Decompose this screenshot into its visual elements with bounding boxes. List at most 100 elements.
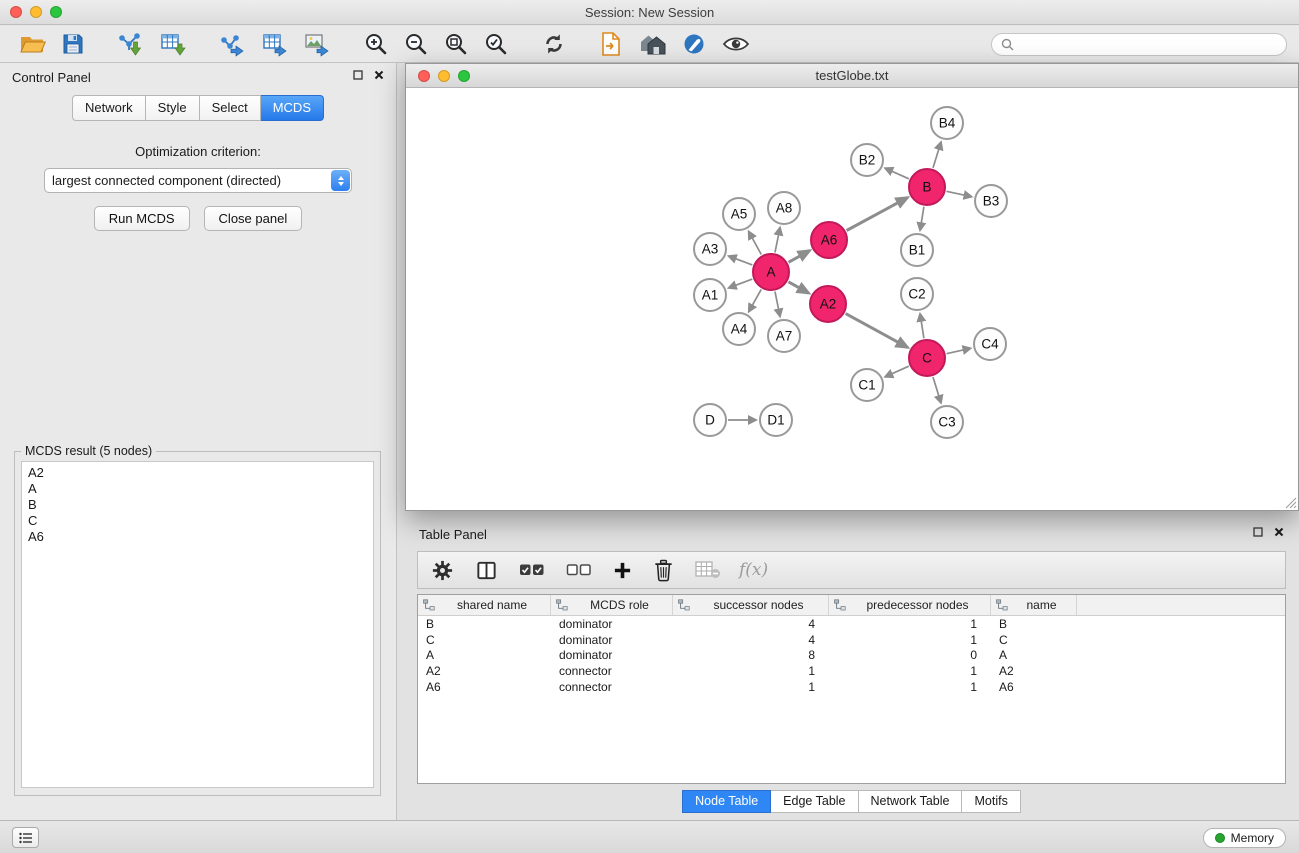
table-cell[interactable]: 1: [673, 664, 829, 678]
graph-node-C3[interactable]: C3: [931, 406, 963, 438]
edge-A-A2[interactable]: [788, 282, 808, 293]
edge-A-A4[interactable]: [749, 289, 761, 311]
edge-A-A1[interactable]: [729, 279, 753, 288]
graph-node-B3[interactable]: B3: [975, 185, 1007, 217]
table-cell[interactable]: 1: [829, 633, 991, 647]
zoom-in-button[interactable]: [360, 29, 392, 59]
graph-node-B[interactable]: B: [909, 169, 945, 205]
result-item[interactable]: A: [28, 481, 367, 497]
table-row[interactable]: Cdominator41C: [418, 632, 1285, 648]
edge-A-A5[interactable]: [749, 232, 762, 255]
function-builder-button[interactable]: f(x): [739, 560, 768, 580]
network-canvas[interactable]: AA6A2BCA5A8A3A1A4A7B1B2B3B4C1C2C3C4DD1: [406, 89, 1298, 510]
table-cell[interactable]: dominator: [551, 617, 673, 631]
mcds-result-list[interactable]: A2ABCA6: [21, 461, 374, 788]
graph-node-C2[interactable]: C2: [901, 278, 933, 310]
edge-A-A8[interactable]: [775, 228, 780, 253]
deselect-all-button[interactable]: [563, 559, 595, 581]
zoom-out-button[interactable]: [400, 29, 432, 59]
network-window-titlebar[interactable]: testGlobe.txt: [406, 64, 1298, 88]
column-header-successor-nodes[interactable]: successor nodes: [673, 595, 829, 615]
export-table-button[interactable]: [258, 29, 292, 59]
task-history-button[interactable]: [12, 827, 39, 848]
graph-node-B2[interactable]: B2: [851, 144, 883, 176]
result-item[interactable]: C: [28, 513, 367, 529]
graph-node-A[interactable]: A: [753, 254, 789, 290]
tab-edge-table[interactable]: Edge Table: [771, 790, 858, 813]
edge-B-B2[interactable]: [885, 168, 909, 179]
float-panel-button[interactable]: [353, 70, 363, 80]
network-minimize-button[interactable]: [438, 70, 450, 82]
search-box[interactable]: [991, 33, 1287, 56]
export-network-button[interactable]: [216, 29, 250, 59]
open-session-button[interactable]: [16, 30, 50, 58]
tab-style[interactable]: Style: [146, 95, 200, 121]
close-panel-action-button[interactable]: Close panel: [204, 206, 303, 231]
table-cell[interactable]: A2: [418, 664, 551, 678]
close-button[interactable]: [10, 6, 22, 18]
table-cell[interactable]: dominator: [551, 648, 673, 662]
table-settings-button[interactable]: [428, 557, 457, 584]
result-item[interactable]: B: [28, 497, 367, 513]
delete-rows-button[interactable]: [650, 557, 677, 584]
close-panel-button[interactable]: [374, 70, 384, 80]
table-cell[interactable]: A: [418, 648, 551, 662]
select-all-button[interactable]: [516, 559, 548, 581]
tab-mcds[interactable]: MCDS: [261, 95, 324, 121]
graph-node-B1[interactable]: B1: [901, 234, 933, 266]
table-cell[interactable]: A2: [991, 664, 1077, 678]
add-row-button[interactable]: [610, 559, 635, 582]
result-item[interactable]: A6: [28, 529, 367, 545]
edge-A6-B[interactable]: [847, 198, 908, 231]
table-cell[interactable]: 1: [829, 664, 991, 678]
destroy-table-button[interactable]: [692, 558, 724, 582]
table-cell[interactable]: 1: [829, 617, 991, 631]
graph-node-C1[interactable]: C1: [851, 369, 883, 401]
export-image-button[interactable]: [300, 29, 334, 59]
fullscreen-button[interactable]: [50, 6, 62, 18]
style-button[interactable]: [678, 29, 710, 59]
table-cell[interactable]: connector: [551, 664, 673, 678]
graph-node-D[interactable]: D: [694, 404, 726, 436]
graph-node-A4[interactable]: A4: [723, 313, 755, 345]
edge-B-B4[interactable]: [933, 142, 941, 168]
memory-button[interactable]: Memory: [1203, 828, 1286, 848]
table-cell[interactable]: A6: [991, 680, 1077, 694]
column-header-name[interactable]: name: [991, 595, 1077, 615]
import-network-button[interactable]: [114, 29, 148, 59]
network-close-button[interactable]: [418, 70, 430, 82]
table-cell[interactable]: 1: [829, 680, 991, 694]
export-document-button[interactable]: [596, 29, 626, 59]
network-graph[interactable]: AA6A2BCA5A8A3A1A4A7B1B2B3B4C1C2C3C4DD1: [406, 89, 1298, 510]
run-mcds-button[interactable]: Run MCDS: [94, 206, 190, 231]
tab-network[interactable]: Network: [72, 95, 146, 121]
edge-A-A3[interactable]: [729, 256, 753, 265]
zoom-selected-button[interactable]: [480, 29, 512, 59]
show-graphics-details-button[interactable]: [718, 31, 754, 57]
table-cell[interactable]: C: [418, 633, 551, 647]
graph-node-C[interactable]: C: [909, 340, 945, 376]
graph-node-A3[interactable]: A3: [694, 233, 726, 265]
edge-C-C3[interactable]: [933, 377, 941, 403]
edge-B-B1[interactable]: [920, 207, 924, 230]
graph-node-B4[interactable]: B4: [931, 107, 963, 139]
table-cell[interactable]: C: [991, 633, 1077, 647]
result-item[interactable]: A2: [28, 465, 367, 481]
table-cell[interactable]: 8: [673, 648, 829, 662]
edge-C-C1[interactable]: [885, 366, 909, 377]
table-row[interactable]: A2connector11A2: [418, 663, 1285, 679]
edge-A-A7[interactable]: [775, 292, 780, 317]
column-header-shared-name[interactable]: shared name: [418, 595, 551, 615]
table-close-button[interactable]: [1274, 527, 1284, 537]
table-cell[interactable]: 4: [673, 617, 829, 631]
table-row[interactable]: A6connector11A6: [418, 679, 1285, 695]
table-float-button[interactable]: [1253, 527, 1263, 537]
table-cell[interactable]: dominator: [551, 633, 673, 647]
minimize-button[interactable]: [30, 6, 42, 18]
graph-node-A2[interactable]: A2: [810, 286, 846, 322]
table-cell[interactable]: B: [418, 617, 551, 631]
column-header-mcds-role[interactable]: MCDS role: [551, 595, 673, 615]
network-zoom-button[interactable]: [458, 70, 470, 82]
tab-node-table[interactable]: Node Table: [682, 790, 771, 813]
table-cell[interactable]: 1: [673, 680, 829, 694]
